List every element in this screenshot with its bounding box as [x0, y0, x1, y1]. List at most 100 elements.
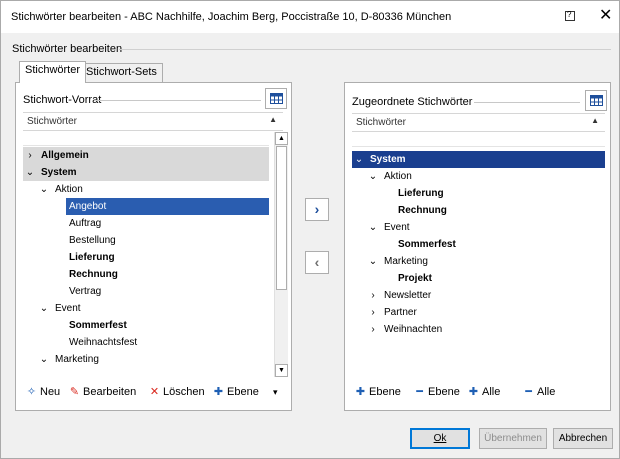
add-all-icon: ✚	[468, 386, 479, 398]
chevron-down-icon[interactable]: ⌄	[368, 253, 378, 270]
chevron-down-icon[interactable]: ⌄	[354, 151, 364, 168]
chevron-down-icon[interactable]: ⌄	[39, 181, 49, 198]
chevron-right-icon[interactable]: ›	[368, 304, 378, 321]
help-icon[interactable]	[561, 8, 579, 26]
tree-row[interactable]: Sommerfest	[352, 236, 605, 253]
tree-item-label: Aktion	[384, 171, 412, 182]
remove-all-button[interactable]: ━ Alle	[522, 384, 555, 401]
cancel-button[interactable]: Abbrechen	[553, 428, 613, 449]
sort-up-icon: ▲	[269, 115, 277, 124]
tree-row[interactable]: Rechnung	[23, 266, 269, 283]
tree-item-label: Lieferung	[398, 188, 444, 199]
tree-row[interactable]: ⌄ Marketing	[23, 351, 269, 368]
right-panel-title: Zugeordnete Stichwörter	[352, 96, 473, 108]
chevron-down-icon[interactable]: ⌄	[368, 219, 378, 236]
chevron-down-icon[interactable]: ⌄	[39, 351, 49, 368]
tree-row[interactable]: ⌄ System	[352, 151, 605, 168]
left-vertical-scrollbar[interactable]: ▲ ▼	[274, 132, 288, 377]
remove-level-label: Ebene	[428, 386, 460, 398]
left-column-header-label: Stichwörter	[27, 116, 78, 127]
chevron-right-icon[interactable]: ›	[368, 321, 378, 338]
remove-all-label: Alle	[537, 386, 556, 398]
left-filter-row[interactable]	[23, 132, 269, 146]
tree-row[interactable]: Projekt	[352, 270, 605, 287]
tree-row[interactable]: Angebot	[23, 198, 269, 215]
right-column-chooser-button[interactable]	[585, 90, 607, 111]
add-all-label: Alle	[482, 386, 501, 398]
scroll-thumb[interactable]	[276, 146, 287, 290]
table-icon	[270, 93, 283, 104]
tree-item-label: Vertrag	[69, 286, 102, 297]
tree-row[interactable]: Rechnung	[352, 202, 605, 219]
tree-row[interactable]: Vertrag	[23, 283, 269, 300]
tree-row[interactable]: › Newsletter	[352, 287, 605, 304]
tree-item-label: Rechnung	[69, 269, 118, 280]
left-column-chooser-button[interactable]	[265, 88, 287, 109]
close-icon[interactable]: ✕	[599, 7, 612, 25]
tree-item-label: Projekt	[398, 273, 432, 284]
table-icon	[590, 95, 603, 106]
tree-item-label: Event	[55, 303, 81, 314]
delete-button[interactable]: ✕ Löschen	[148, 384, 205, 401]
tree-item-label: Lieferung	[69, 252, 115, 263]
scroll-down-icon[interactable]: ▼	[275, 364, 288, 377]
tree-row[interactable]: ⌄ Marketing	[352, 253, 605, 270]
apply-button[interactable]: Übernehmen	[479, 428, 547, 449]
tree-row[interactable]: ⌄ Aktion	[352, 168, 605, 185]
add-level-label: Ebene	[369, 386, 401, 398]
tree-item-label: Sommerfest	[69, 320, 127, 331]
left-column-header[interactable]: Stichwörter ▲	[23, 112, 283, 131]
tree-item-label: System	[370, 154, 406, 165]
tree-item-label: Angebot	[66, 198, 269, 215]
tree-row[interactable]: ⌄ Aktion	[23, 181, 269, 198]
tree-item-label: Event	[384, 222, 410, 233]
chevron-right-icon[interactable]: ›	[368, 287, 378, 304]
ok-button[interactable]: Ok	[410, 428, 470, 449]
chevron-down-icon[interactable]: ⌄	[25, 164, 35, 181]
chevron-down-icon[interactable]: ⌄	[368, 168, 378, 185]
tree-item-label: Weihnachtsfest	[69, 337, 138, 348]
tab-stichwort-sets[interactable]: Stichwort-Sets	[80, 63, 163, 82]
chevron-right-icon[interactable]: ›	[25, 147, 35, 164]
right-filter-row[interactable]	[352, 133, 605, 147]
chevron-down-icon[interactable]: ⌄	[39, 300, 49, 317]
edit-label: Bearbeiten	[83, 386, 137, 398]
tree-row[interactable]: ⌄ Event	[352, 219, 605, 236]
tree-item-label: Newsletter	[384, 290, 432, 301]
edit-button[interactable]: ✎ Bearbeiten	[68, 384, 136, 401]
delete-icon: ✕	[149, 386, 160, 398]
tab-stichwoerter[interactable]: Stichwörter	[19, 61, 87, 83]
toolbar-more-icon[interactable]: ▾	[273, 384, 278, 401]
add-level-icon: ✚	[213, 386, 224, 398]
tree-item-label: Sommerfest	[398, 239, 456, 250]
tree-row[interactable]: Weihnachtsfest	[23, 334, 269, 351]
new-button[interactable]: ✧ Neu	[25, 384, 60, 401]
right-column-header[interactable]: Stichwörter ▲	[352, 113, 605, 132]
tree-row[interactable]: ⌄ Event	[23, 300, 269, 317]
tree-row[interactable]: › Allgemein	[23, 147, 269, 164]
left-tree: › Allgemein ⌄ System ⌄ Aktion Angebot Auftrag Be…	[23, 147, 269, 377]
remove-level-button[interactable]: ━ Ebene	[413, 384, 460, 401]
add-level-button[interactable]: ✚ Ebene	[354, 384, 401, 401]
new-icon: ✧	[26, 386, 37, 398]
assign-button[interactable]: ›	[305, 198, 329, 221]
unassign-button[interactable]: ‹	[305, 251, 329, 274]
group-divider	[119, 49, 611, 50]
tree-item-label: Partner	[384, 307, 417, 318]
tree-row[interactable]: Lieferung	[352, 185, 605, 202]
new-label: Neu	[40, 386, 61, 398]
tree-row[interactable]: › Partner	[352, 304, 605, 321]
tree-row[interactable]: ⌄ System	[23, 164, 269, 181]
tree-row[interactable]: Sommerfest	[23, 317, 269, 334]
tree-item-label: Weihnachten	[384, 324, 443, 335]
tree-row[interactable]: Auftrag	[23, 215, 269, 232]
add-level-button[interactable]: ✚ Ebene	[212, 384, 259, 401]
window-title: Stichwörter bearbeiten - ABC Nachhilfe, …	[11, 11, 452, 23]
scroll-up-icon[interactable]: ▲	[275, 132, 288, 145]
tree-row[interactable]: Bestellung	[23, 232, 269, 249]
tree-row[interactable]: › Weihnachten	[352, 321, 605, 338]
tree-row[interactable]: Lieferung	[23, 249, 269, 266]
group-label: Stichwörter bearbeiten	[12, 43, 123, 55]
add-all-button[interactable]: ✚ Alle	[467, 384, 500, 401]
left-tab-pane: Stichwort-Vorrat Stichwörter ▲ › Allgemei…	[15, 82, 292, 411]
